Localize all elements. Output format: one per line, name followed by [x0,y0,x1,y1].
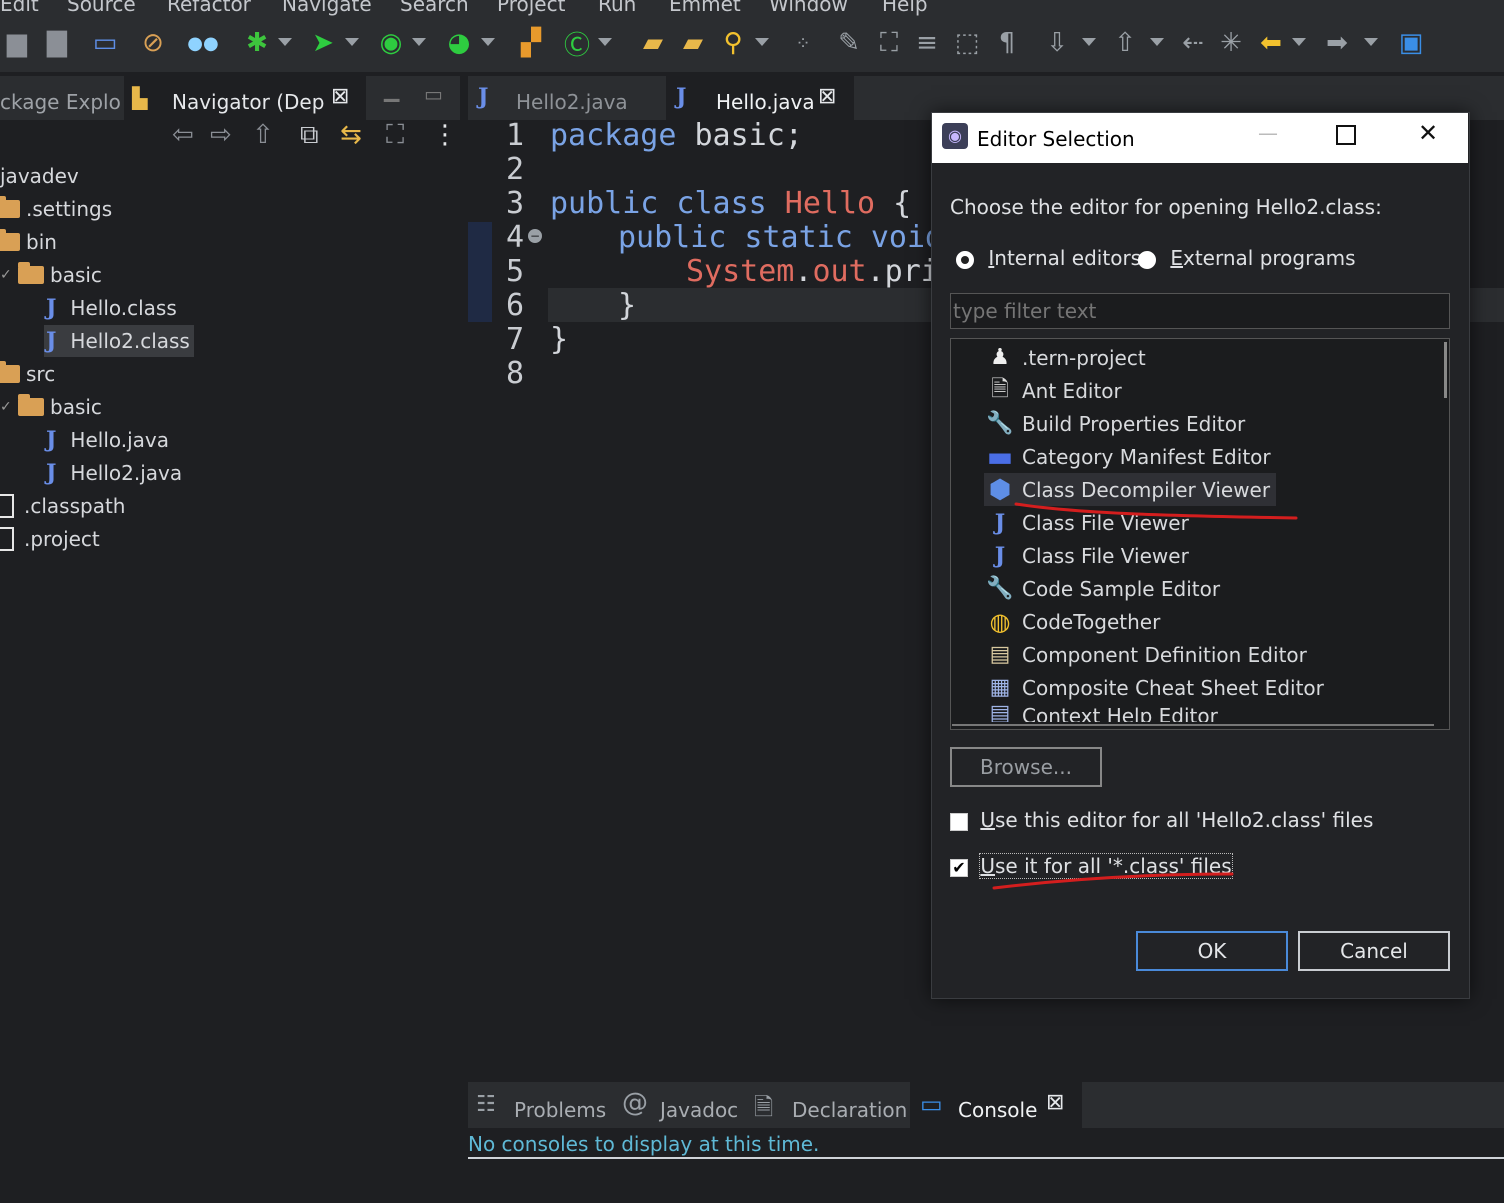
red-underline-annotation [992,872,1234,890]
annotation-overlay [992,502,1298,890]
red-underline-annotation [1014,502,1298,520]
